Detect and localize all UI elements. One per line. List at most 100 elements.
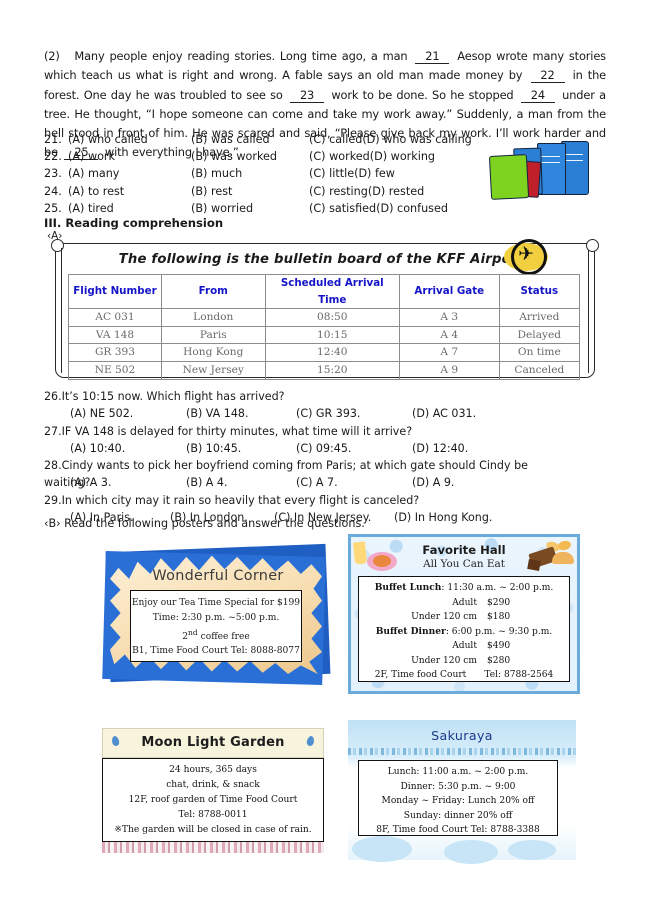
blank-24: 24 xyxy=(520,88,555,103)
choice-option-d[interactable]: (D) who was calling xyxy=(362,131,471,148)
choice-option-a[interactable]: (A) work xyxy=(68,148,191,165)
choice-number: 24. xyxy=(44,184,62,198)
sk-line-3: Monday ~ Friday: Lunch 20% off xyxy=(381,796,535,807)
cell-flight-number: AC 031 xyxy=(68,308,162,327)
subsection-b-label: ‹B› Read the following posters and answe… xyxy=(44,517,365,530)
choice-row: 24. (A) to rest (B) rest (C) resting (D)… xyxy=(44,183,514,200)
poster-group: Wonderful Corner Enjoy our Tea Time Spec… xyxy=(0,532,648,872)
reading-question-list: 26.It’s 10:15 now. Which flight has arri… xyxy=(44,388,564,526)
table-header-row: Flight Number From Scheduled Arrival Tim… xyxy=(68,273,581,310)
poster-moon-light-garden: Moon Light Garden 24 hours, 365 days cha… xyxy=(102,728,324,858)
mlg-line-5: ※The garden will be closed in case of ra… xyxy=(114,825,312,835)
choice-option-a[interactable]: (A) many xyxy=(68,165,191,182)
passage-part-1: Many people enjoy reading stories. Long … xyxy=(74,49,408,63)
fh-lunch-child-label: Under 120 cm xyxy=(411,612,477,622)
fh-lunch-time: : 11:30 a.m. ~ 2:00 p.m. xyxy=(441,583,554,593)
choice-option-b[interactable]: (B) was called xyxy=(191,131,309,148)
mlg-title: Moon Light Garden xyxy=(141,735,285,750)
fh-dinner-adult-row: Adult $490 xyxy=(359,639,569,654)
choice-option-d[interactable]: (D) confused xyxy=(376,200,448,217)
fh-subtitle: All You Can Eat xyxy=(423,558,505,570)
choice-option-d[interactable]: (D) rested xyxy=(368,183,424,200)
sk-line-1: Lunch: 11:00 a.m. ~ 2:00 p.m. xyxy=(387,767,529,777)
books-icon xyxy=(487,139,607,203)
wc-line-3-rest: coffee free xyxy=(197,631,250,642)
wc-line-3: 2nd coffee free xyxy=(131,626,301,645)
choice-option-a[interactable]: (A) who called xyxy=(68,131,191,148)
answer-option-a[interactable]: (A) A 3. xyxy=(70,474,186,491)
sk-title: Sakuraya xyxy=(431,728,493,743)
cloud-shape-icon xyxy=(508,840,556,860)
choice-number: 23. xyxy=(44,167,62,181)
table-row: AC 031 London 08:50 A 3 Arrived xyxy=(68,308,581,327)
choice-option-b[interactable]: (B) rest xyxy=(191,183,309,200)
cell-from: Hong Kong xyxy=(160,343,266,362)
choice-option-b[interactable]: (B) much xyxy=(191,165,309,182)
cell-flight-number: NE 502 xyxy=(68,360,162,380)
choice-number: 25. xyxy=(44,201,62,215)
mlg-line-3: 12F, roof garden of Time Food Court xyxy=(128,795,298,805)
fh-dinner-child-row: Under 120 cm $280 xyxy=(359,654,569,669)
fh-dinner-child-price: $280 xyxy=(487,655,511,666)
cell-flight-number: GR 393 xyxy=(68,343,162,362)
choice-option-a[interactable]: (A) tired xyxy=(68,200,191,217)
answer-option-b[interactable]: (B) A 4. xyxy=(186,474,296,491)
choice-option-c[interactable]: (C) worked xyxy=(309,148,370,165)
fh-tel: Tel: 8788-2564 xyxy=(484,670,554,680)
wc-line-4: B1, Time Food Court Tel: 8088-8077 xyxy=(132,646,300,657)
cell-flight-number: VA 148 xyxy=(68,325,162,345)
answer-option-a[interactable]: (A) 10:40. xyxy=(70,440,186,457)
cell-time: 15:20 xyxy=(264,360,400,380)
fh-lunch-adult-price: $290 xyxy=(487,597,511,608)
fh-lunch-adult-row: Adult $290 xyxy=(359,596,569,611)
wc-line-1: Enjoy our Tea Time Special for $199 xyxy=(131,598,301,608)
cell-from: London xyxy=(160,308,266,327)
sk-info-box: Lunch: 11:00 a.m. ~ 2:00 p.m. Dinner: 5:… xyxy=(358,760,558,836)
answer-row: (A) 10:40. (B) 10:45. (C) 09:45. (D) 12:… xyxy=(44,440,564,457)
green-book-icon xyxy=(488,154,530,200)
table-row: NE 502 New Jersey 15:20 A 9 Canceled xyxy=(68,360,581,380)
wc-title: Wonderful Corner xyxy=(152,568,284,584)
blank-21: 21 xyxy=(415,49,450,64)
answer-option-d[interactable]: (D) 12:40. xyxy=(412,440,468,457)
choice-option-b[interactable]: (B) worried xyxy=(191,200,309,217)
choice-option-c[interactable]: (C) little xyxy=(309,165,354,182)
poster-wonderful-corner: Wonderful Corner Enjoy our Tea Time Spec… xyxy=(102,538,334,689)
choice-option-d[interactable]: (D) working xyxy=(370,148,435,165)
cell-status: On time xyxy=(498,343,581,362)
table-row: VA 148 Paris 10:15 A 4 Delayed xyxy=(68,325,581,345)
choice-row: 25. (A) tired (B) worried (C) satisfied … xyxy=(44,200,514,217)
choice-option-c[interactable]: (C) satisfied xyxy=(309,200,376,217)
answer-option-c[interactable]: (C) 09:45. xyxy=(296,440,412,457)
section-heading: III. Reading comprehension xyxy=(44,216,224,230)
answer-option-d[interactable]: (D) In Hong Kong. xyxy=(394,509,492,526)
sk-line-4: Sunday: dinner 20% off xyxy=(403,810,513,821)
mlg-line-4: Tel: 8788-0011 xyxy=(178,810,248,820)
bulletin-board-title: The following is the bulletin board of t… xyxy=(118,252,530,267)
worksheet-page: (2) Many people enjoy reading stories. L… xyxy=(0,0,648,918)
cloud-shape-icon xyxy=(352,836,412,862)
answer-option-c[interactable]: (C) GR 393. xyxy=(296,405,412,422)
fh-lunch-label: Buffet Lunch xyxy=(374,582,442,593)
airplane-icon: ✈ xyxy=(504,239,548,275)
answer-option-a[interactable]: (A) NE 502. xyxy=(70,405,186,422)
answer-option-b[interactable]: (B) VA 148. xyxy=(186,405,296,422)
question-text: 26.It’s 10:15 now. Which flight has arri… xyxy=(44,390,285,403)
answer-option-b[interactable]: (B) 10:45. xyxy=(186,440,296,457)
choice-option-a[interactable]: (A) to rest xyxy=(68,183,191,200)
choice-option-b[interactable]: (B) was worked xyxy=(191,148,309,165)
answer-row: (A) A 3. (B) A 4. (C) A 7. (D) A 9. xyxy=(44,474,564,491)
cell-status: Arrived xyxy=(498,308,581,327)
mlg-line-2: chat, drink, & snack xyxy=(166,780,260,790)
choice-option-c[interactable]: (C) resting xyxy=(309,183,368,200)
choice-number: 22. xyxy=(44,150,62,164)
answer-option-d[interactable]: (D) A 9. xyxy=(412,474,454,491)
answer-option-d[interactable]: (D) AC 031. xyxy=(412,405,476,422)
choice-option-c[interactable]: (C) called xyxy=(309,131,362,148)
answer-option-c[interactable]: (C) A 7. xyxy=(296,474,412,491)
fh-dinner-heading: Buffet Dinner: 6:00 p.m. ~ 9:30 p.m. xyxy=(359,625,569,640)
choice-option-d[interactable]: (D) few xyxy=(354,165,395,182)
fh-footer-row: 2F, Time food Court Tel: 8788-2564 xyxy=(359,668,569,683)
airplane-glyph: ✈ xyxy=(518,243,534,265)
choice-row: 21. (A) who called (B) was called (C) ca… xyxy=(44,131,514,148)
